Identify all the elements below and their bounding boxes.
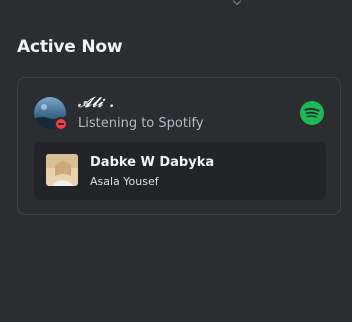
status-badge [54,117,68,131]
track-title[interactable]: Dabke W Dabyka [90,155,214,170]
activity-text: Listening to Spotify [78,116,204,131]
track-artist[interactable]: Asala Yousef [90,175,159,188]
spotify-icon[interactable] [300,101,324,125]
section-title: Active Now [17,37,123,57]
chevron-down-icon [232,0,242,6]
track-item[interactable]: Dabke W Dabyka Asala Yousef [34,142,326,200]
username[interactable]: 𝒜𝓁𝒾 . [78,95,115,111]
album-art[interactable] [46,154,78,186]
do-not-disturb-icon [56,119,66,129]
activity-card[interactable]: 𝒜𝓁𝒾 . Listening to Spotify Dabke W Dabyk… [17,77,341,215]
top-edge [0,0,352,6]
active-now-panel: Active Now 𝒜𝓁𝒾 . Listening to Spotify Da… [0,0,352,322]
